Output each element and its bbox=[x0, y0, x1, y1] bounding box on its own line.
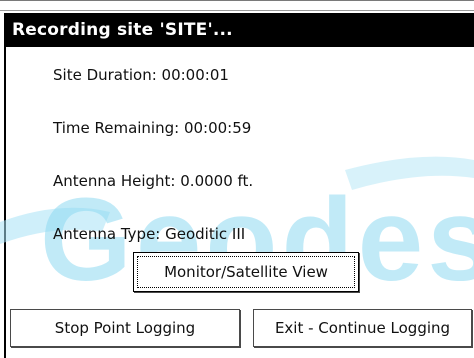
antenna-type-label: Antenna Type: Geoditic III bbox=[53, 225, 246, 243]
dialog-title: Recording site 'SITE'... bbox=[12, 20, 233, 40]
top-strip bbox=[0, 0, 474, 11]
monitor-button-label: Monitor/Satellite View bbox=[137, 256, 355, 288]
monitor-satellite-view-button[interactable]: Monitor/Satellite View bbox=[133, 252, 359, 292]
stop-point-logging-button[interactable]: Stop Point Logging bbox=[10, 309, 240, 347]
time-remaining-label: Time Remaining: 00:00:59 bbox=[53, 119, 252, 137]
site-duration-label: Site Duration: 00:00:01 bbox=[53, 66, 229, 84]
antenna-height-label: Antenna Height: 0.0000 ft. bbox=[53, 172, 254, 190]
dialog-title-bar: Recording site 'SITE'... bbox=[6, 13, 474, 47]
exit-continue-logging-button[interactable]: Exit - Continue Logging bbox=[253, 309, 472, 347]
top-divider bbox=[0, 0, 474, 1]
screen: Recording site 'SITE'... Geodes Site Dur… bbox=[0, 0, 474, 358]
